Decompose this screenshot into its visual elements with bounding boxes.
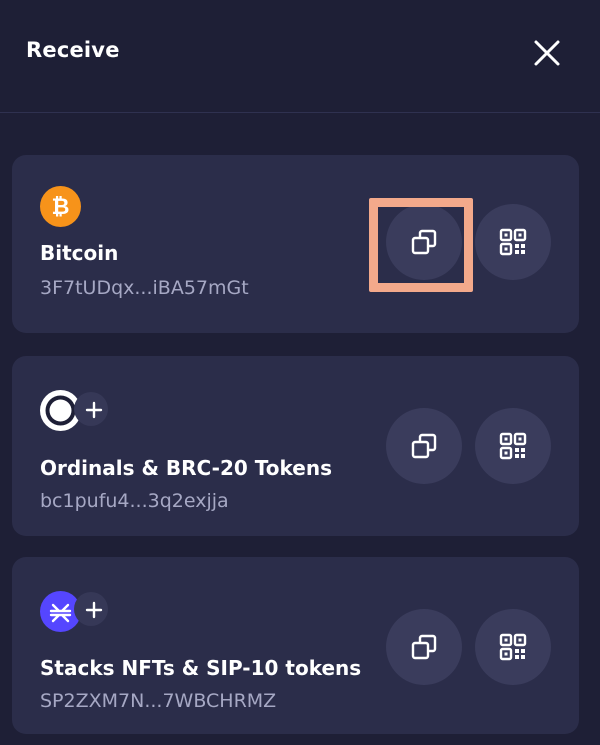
show-qr-button[interactable] <box>475 609 551 685</box>
add-icon <box>74 392 108 426</box>
copy-icon <box>411 634 437 660</box>
account-name: Bitcoin <box>40 241 119 265</box>
svg-text:₿: ₿ <box>52 195 70 220</box>
header: Receive <box>0 0 600 113</box>
account-name: Ordinals & BRC-20 Tokens <box>40 456 332 480</box>
account-address: SP2ZXM7N...7WBCHRMZ <box>40 690 277 712</box>
add-icon <box>74 592 108 626</box>
bitcoin-icon: ₿ <box>40 186 81 227</box>
qr-code-icon <box>499 432 527 460</box>
account-address: bc1pufu4...3q2exjja <box>40 490 229 512</box>
copy-icon <box>411 433 437 459</box>
account-card-stacks: Stacks NFTs & SIP-10 tokens SP2ZXM7N...7… <box>12 557 579 734</box>
copy-address-button[interactable] <box>386 609 462 685</box>
account-card-ordinals: Ordinals & BRC-20 Tokens bc1pufu4...3q2e… <box>12 356 579 536</box>
copy-address-button[interactable] <box>386 408 462 484</box>
show-qr-button[interactable] <box>475 408 551 484</box>
close-button[interactable] <box>530 36 564 70</box>
page-title: Receive <box>26 38 120 62</box>
account-address: 3F7tUDqx...iBA57mGt <box>40 277 249 299</box>
qr-code-icon <box>499 228 527 256</box>
close-icon <box>534 40 560 66</box>
account-card-bitcoin: ₿ Bitcoin 3F7tUDqx...iBA57mGt <box>12 155 579 333</box>
qr-code-icon <box>499 633 527 661</box>
copy-address-button[interactable] <box>386 204 462 280</box>
show-qr-button[interactable] <box>475 204 551 280</box>
copy-icon <box>411 229 437 255</box>
account-name: Stacks NFTs & SIP-10 tokens <box>40 656 362 680</box>
